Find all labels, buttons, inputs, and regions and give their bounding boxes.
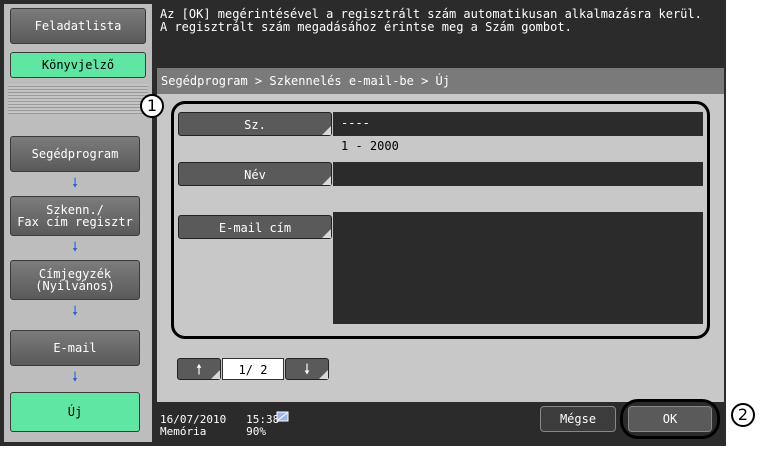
memory-label: Memória bbox=[160, 425, 207, 438]
path-step-utility[interactable]: Segédprogram bbox=[10, 136, 140, 172]
email-address-field bbox=[333, 212, 703, 324]
path-step-email[interactable]: E-mail bbox=[10, 330, 140, 366]
bookmark-button[interactable]: Könyvjelző bbox=[10, 52, 146, 78]
up-arrow-icon: 🠕 bbox=[195, 362, 202, 378]
job-list-button[interactable]: Feladatlista bbox=[10, 8, 146, 44]
down-arrow-icon: 🠗 bbox=[72, 370, 78, 385]
cancel-button[interactable]: Mégse bbox=[540, 406, 616, 432]
down-arrow-icon: 🠗 bbox=[303, 362, 310, 378]
number-field: ---- bbox=[333, 112, 703, 136]
name-field bbox=[333, 162, 703, 186]
callout-1: 1 bbox=[140, 94, 164, 118]
sidebar-divider bbox=[8, 84, 148, 114]
path-step-address-book[interactable]: Címjegyzék (Nyilvános) bbox=[10, 260, 140, 300]
path-step-scan-fax-register[interactable]: Szkenn./ Fax cím regisztr bbox=[10, 196, 140, 236]
instruction-message: Az [OK] megérintésével a regisztrált szá… bbox=[160, 7, 702, 34]
number-button[interactable]: Sz. bbox=[178, 112, 332, 136]
down-arrow-icon: 🠗 bbox=[72, 176, 78, 191]
page-down-button[interactable]: 🠗 bbox=[285, 358, 329, 380]
name-label: Név bbox=[244, 168, 266, 182]
toner-status-icon bbox=[276, 411, 289, 422]
callout-2: 2 bbox=[731, 403, 755, 427]
down-arrow-icon: 🠗 bbox=[72, 240, 78, 255]
memory-value: 90% bbox=[246, 425, 266, 438]
page-up-button[interactable]: 🠕 bbox=[177, 358, 221, 380]
path-step-new[interactable]: Új bbox=[10, 392, 140, 432]
ok-highlight-outline bbox=[620, 399, 720, 439]
down-arrow-icon: 🠗 bbox=[72, 304, 78, 319]
email-address-label: E-mail cím bbox=[218, 221, 292, 235]
page-indicator: 1/ 2 bbox=[222, 358, 284, 380]
breadcrumb: Segédprogram > Szkennelés e-mail-be > Új bbox=[157, 68, 724, 94]
number-label: Sz. bbox=[244, 118, 266, 132]
memory-status: Memória 90% bbox=[160, 426, 266, 438]
email-address-button[interactable]: E-mail cím bbox=[178, 215, 332, 239]
name-button[interactable]: Név bbox=[178, 162, 332, 186]
number-range: 1 - 2000 bbox=[341, 139, 399, 153]
